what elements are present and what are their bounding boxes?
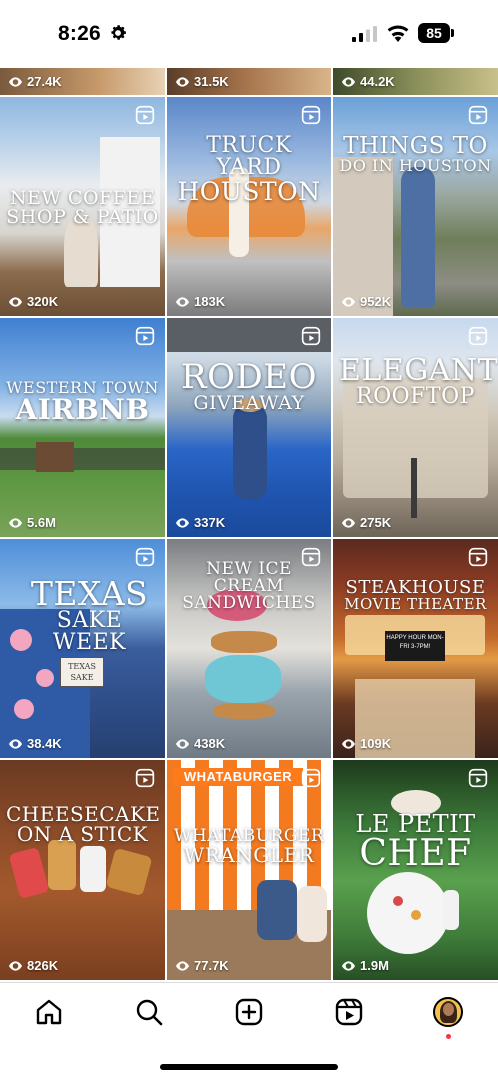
reel-tile-top-2[interactable]: 31.5K: [167, 68, 331, 95]
texas-sake-sign: TEXAS SAKE: [60, 657, 104, 687]
reels-icon: [135, 547, 155, 567]
reel-caption: THINGS TO DO IN HOUSTON: [339, 133, 492, 175]
view-count: 337K: [176, 515, 225, 530]
view-count: 109K: [342, 736, 391, 751]
wifi-icon: [387, 25, 409, 42]
reel-tile-texas-sake-week[interactable]: TEXAS SAKE TEXAS SAKE WEEK 38.4K: [0, 539, 165, 758]
eye-icon: [176, 76, 189, 87]
view-count: 183K: [176, 294, 225, 309]
reels-icon: [135, 768, 155, 788]
reel-tile-le-petit-chef[interactable]: LE PETIT CHEF 1.9M: [333, 760, 498, 980]
reel-tile-steakhouse-movie-theater[interactable]: HAPPY HOUR MON-FRI 3-7PM! STEAKHOUSE MOV…: [333, 539, 498, 758]
view-count: 31.5K: [176, 74, 229, 89]
reel-caption: ELEGANT ROOFTOP: [339, 353, 498, 409]
view-count: 826K: [9, 958, 58, 973]
reel-caption: STEAKHOUSE MOVIE THEATER: [344, 577, 487, 613]
reels-icon: [135, 326, 155, 346]
eye-icon: [9, 738, 22, 749]
reel-caption: TEXAS SAKE WEEK: [30, 574, 149, 655]
eye-icon: [342, 76, 355, 87]
search-icon[interactable]: [134, 997, 164, 1027]
whataburger-sign: WHATABURGER: [173, 768, 303, 786]
cellular-signal-icon: [352, 26, 377, 42]
view-count: 44.2K: [342, 74, 395, 89]
reel-tile-rodeo-giveaway[interactable]: RODEO GIVEAWAY 337K: [167, 318, 331, 537]
view-count: 320K: [9, 294, 58, 309]
eye-icon: [342, 738, 355, 749]
reel-caption: WHATABURGER WRANGLER: [173, 826, 325, 867]
eye-icon: [9, 517, 22, 528]
reel-tile-top-3[interactable]: 44.2K: [333, 68, 498, 95]
create-icon[interactable]: [234, 997, 264, 1027]
reels-icon: [468, 105, 488, 125]
gear-icon: [111, 25, 126, 40]
notification-dot: [446, 1034, 451, 1039]
reel-caption: LE PETIT CHEF: [355, 810, 476, 874]
clock: 8:26: [58, 22, 101, 45]
reels-icon: [301, 326, 321, 346]
eye-icon: [342, 517, 355, 528]
reel-caption: WESTERN TOWN AIRBNB: [6, 378, 159, 426]
reels-grid: 27.4K 31.5K 44.2K NEW COFFEE SHOP & PATI…: [0, 68, 498, 982]
reel-tile-western-town-airbnb[interactable]: WESTERN TOWN AIRBNB 5.6M: [0, 318, 165, 537]
view-count: 1.9M: [342, 958, 389, 973]
status-bar: 8:26 85: [0, 0, 498, 68]
view-count: 438K: [176, 736, 225, 751]
happy-hour-marquee: HAPPY HOUR MON-FRI 3-7PM!: [385, 631, 445, 661]
eye-icon: [176, 296, 189, 307]
view-count: 27.4K: [9, 74, 62, 89]
reels-nav-icon[interactable]: [334, 997, 364, 1027]
reel-tile-truck-yard-houston[interactable]: TRUCK YARD HOUSTON 183K: [167, 97, 331, 316]
eye-icon: [9, 76, 22, 87]
reel-tile-things-to-do[interactable]: THINGS TO DO IN HOUSTON 952K: [333, 97, 498, 316]
reel-caption: TRUCK YARD HOUSTON: [177, 133, 321, 206]
battery-indicator: 85: [418, 23, 454, 43]
view-count: 952K: [342, 294, 391, 309]
eye-icon: [9, 296, 22, 307]
reel-caption: NEW ICE CREAM SANDWICHES: [182, 559, 316, 613]
reel-caption: NEW COFFEE SHOP & PATIO: [6, 187, 159, 228]
reels-icon: [468, 768, 488, 788]
view-count: 77.7K: [176, 958, 229, 973]
eye-icon: [176, 960, 189, 971]
reel-tile-elegant-rooftop[interactable]: ELEGANT ROOFTOP 275K: [333, 318, 498, 537]
reels-icon: [301, 105, 321, 125]
eye-icon: [176, 517, 189, 528]
eye-icon: [176, 738, 189, 749]
view-count: 38.4K: [9, 736, 62, 751]
reel-caption: RODEO GIVEAWAY: [181, 357, 317, 414]
view-count: 275K: [342, 515, 391, 530]
home-indicator: [160, 1064, 338, 1070]
home-icon[interactable]: [34, 997, 64, 1027]
eye-icon: [9, 960, 22, 971]
reels-icon: [468, 326, 488, 346]
eye-icon: [342, 296, 355, 307]
reel-tile-new-coffee-shop[interactable]: NEW COFFEE SHOP & PATIO 320K: [0, 97, 165, 316]
reel-tile-top-1[interactable]: 27.4K: [0, 68, 165, 95]
reel-tile-new-ice-cream-sandwiches[interactable]: NEW ICE CREAM SANDWICHES 438K: [167, 539, 331, 758]
eye-icon: [342, 960, 355, 971]
reels-icon: [301, 768, 321, 788]
battery-level: 85: [418, 23, 450, 43]
reel-tile-whataburger-wrangler[interactable]: WHATABURGER WHATABURGER WRANGLER 77.7K: [167, 760, 331, 980]
reels-icon: [135, 105, 155, 125]
view-count: 5.6M: [9, 515, 56, 530]
reel-caption: CHEESECAKE ON A STICK: [6, 802, 161, 846]
reel-tile-cheesecake-on-a-stick[interactable]: CHEESECAKE ON A STICK 826K: [0, 760, 165, 980]
profile-avatar[interactable]: [433, 997, 463, 1027]
reels-icon: [468, 547, 488, 567]
